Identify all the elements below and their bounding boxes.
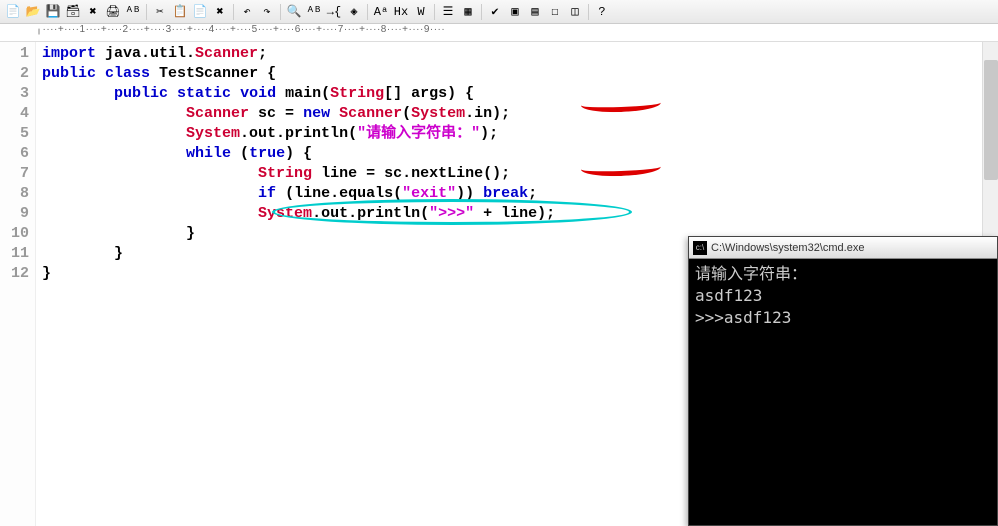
code-line[interactable]: public static void main(String[] args) { xyxy=(42,84,998,104)
code-line[interactable]: Scanner sc = new Scanner(System.in); xyxy=(42,104,998,124)
cmd-icon: c:\ xyxy=(693,241,707,255)
cut-icon[interactable]: ✂ xyxy=(151,3,169,21)
line-number: 3 xyxy=(0,84,35,104)
paste-icon[interactable]: 📄 xyxy=(191,3,209,21)
scrollbar-thumb[interactable] xyxy=(984,60,998,180)
save-icon[interactable]: 💾 xyxy=(44,3,62,21)
tool4-icon[interactable]: ◫ xyxy=(566,3,584,21)
toolbar-separator xyxy=(233,4,234,20)
redo-icon[interactable]: ↷ xyxy=(258,3,276,21)
tool2-icon[interactable]: ▤ xyxy=(526,3,544,21)
find-replace-icon[interactable]: ᴬᴮ xyxy=(305,3,323,21)
check-icon[interactable]: ✔ xyxy=(486,3,504,21)
toolbar-separator xyxy=(146,4,147,20)
line-number: 6 xyxy=(0,144,35,164)
open-icon[interactable]: 📂 xyxy=(24,3,42,21)
code-line[interactable]: public class TestScanner { xyxy=(42,64,998,84)
code-line[interactable]: System.out.println("请输入字符串："); xyxy=(42,124,998,144)
line-number: 4 xyxy=(0,104,35,124)
toolbar-separator xyxy=(588,4,589,20)
line-number: 12 xyxy=(0,264,35,284)
new-icon[interactable]: 📄 xyxy=(4,3,22,21)
code-line[interactable]: import java.util.Scanner; xyxy=(42,44,998,64)
toolbar: 📄📂💾🗃✖🖨ᴬᴮ✂📋📄✖↶↷🔍ᴬᴮ→{◈AᵃHxW☰▦✔▣▤☐◫? xyxy=(0,0,998,24)
annotation-cyan-circle xyxy=(272,199,632,225)
line-number: 10 xyxy=(0,224,35,244)
hex-icon[interactable]: Hx xyxy=(392,3,410,21)
toolbar-separator xyxy=(367,4,368,20)
cmd-output: 请输入字符串：asdf123>>>asdf123 xyxy=(689,259,997,333)
cmd-titlebar[interactable]: c:\ C:\Windows\system32\cmd.exe xyxy=(689,237,997,259)
code-line[interactable]: String line = sc.nextLine(); xyxy=(42,164,998,184)
undo-icon[interactable]: ↶ xyxy=(238,3,256,21)
cmd-window: c:\ C:\Windows\system32\cmd.exe 请输入字符串：a… xyxy=(688,236,998,526)
line-number: 5 xyxy=(0,124,35,144)
delete-icon[interactable]: ✖ xyxy=(211,3,229,21)
toolbar-separator xyxy=(481,4,482,20)
save-all-icon[interactable]: 🗃 xyxy=(64,3,82,21)
line-number: 11 xyxy=(0,244,35,264)
cmd-line: >>>asdf123 xyxy=(695,307,991,329)
spell-icon[interactable]: ᴬᴮ xyxy=(124,3,142,21)
tool3-icon[interactable]: ☐ xyxy=(546,3,564,21)
close-icon[interactable]: ✖ xyxy=(84,3,102,21)
line-number: 7 xyxy=(0,164,35,184)
help-icon[interactable]: ? xyxy=(593,3,611,21)
line-number: 1 xyxy=(0,44,35,64)
list-icon[interactable]: ☰ xyxy=(439,3,457,21)
code-line[interactable]: while (true) { xyxy=(42,144,998,164)
tool-icon[interactable]: ▣ xyxy=(506,3,524,21)
line-number: 8 xyxy=(0,184,35,204)
cmd-line: 请输入字符串： xyxy=(695,263,991,285)
toolbar-separator xyxy=(434,4,435,20)
wrap-icon[interactable]: W xyxy=(412,3,430,21)
print-icon[interactable]: 🖨 xyxy=(104,3,122,21)
font-size-icon[interactable]: Aᵃ xyxy=(372,3,390,21)
ruler: ╷····+····1····+····2····+····3····+····… xyxy=(0,24,998,42)
copy-icon[interactable]: 📋 xyxy=(171,3,189,21)
line-number-gutter: 123456789101112 xyxy=(0,42,36,526)
cmd-line: asdf123 xyxy=(695,285,991,307)
toolbar-separator xyxy=(280,4,281,20)
column-icon[interactable]: ▦ xyxy=(459,3,477,21)
cmd-title: C:\Windows\system32\cmd.exe xyxy=(711,242,864,254)
line-number: 9 xyxy=(0,204,35,224)
find-icon[interactable]: 🔍 xyxy=(285,3,303,21)
bookmark-icon[interactable]: ◈ xyxy=(345,3,363,21)
line-number: 2 xyxy=(0,64,35,84)
goto-icon[interactable]: →{ xyxy=(325,3,343,21)
